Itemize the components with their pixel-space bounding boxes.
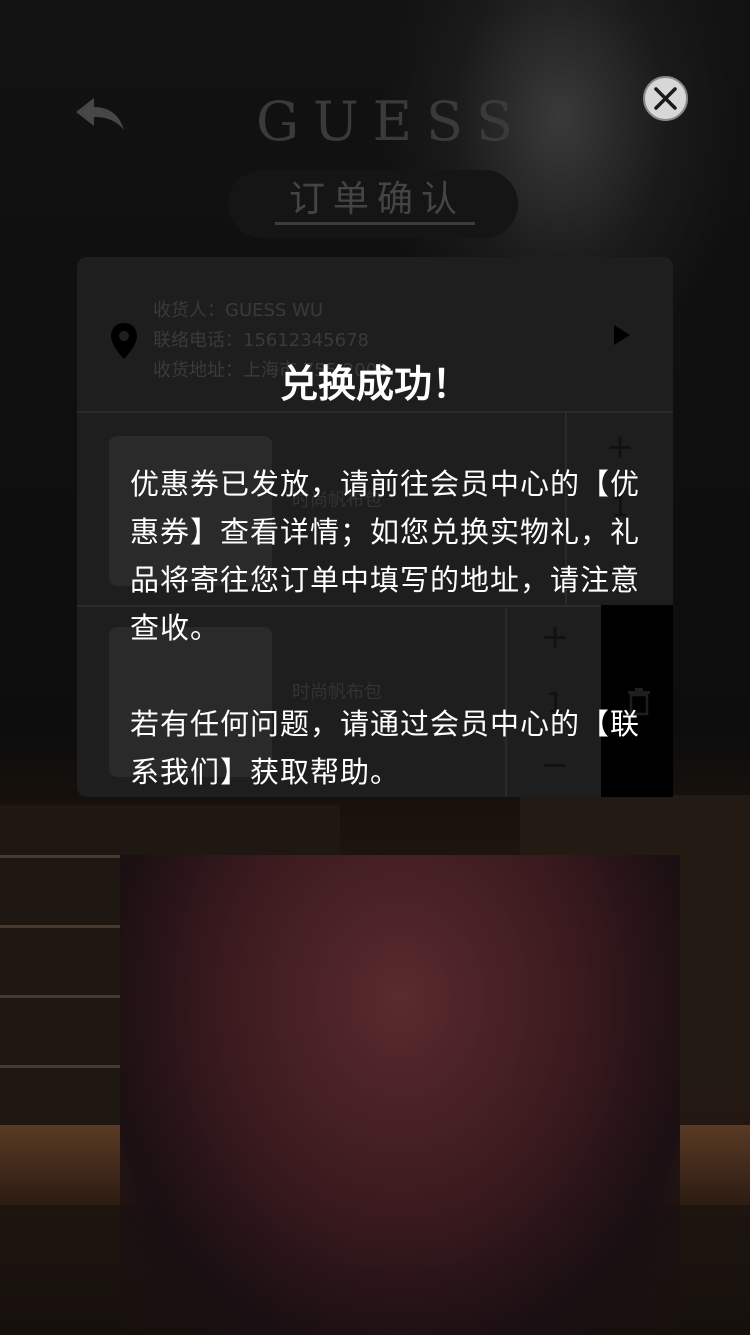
close-button[interactable]	[643, 76, 688, 121]
close-icon	[654, 87, 677, 110]
dialog-title: 兑换成功！	[279, 362, 470, 406]
play-arrow-icon[interactable]	[612, 324, 634, 348]
page-title: 订单确认	[288, 179, 465, 220]
couple-figure	[120, 855, 680, 1335]
background-photo	[0, 795, 750, 1335]
brand-logo: GUESS	[256, 90, 528, 153]
dialog-message-coupon: 优惠券已发放，请前往会员中心的【优惠券】查看详情；如您兑换实物礼，礼品将寄往您订…	[130, 467, 641, 645]
dialog-message-help: 若有任何问题，请通过会员中心的【联系我们】获取帮助。	[130, 707, 641, 789]
increase-quantity-button[interactable]: +	[600, 430, 640, 464]
receiver-phone: 联络电话：15612345678	[153, 330, 369, 351]
back-arrow-icon[interactable]	[72, 94, 128, 134]
receiver-name: 收货人：GUESS WU	[153, 300, 324, 321]
title-underline	[275, 222, 475, 225]
